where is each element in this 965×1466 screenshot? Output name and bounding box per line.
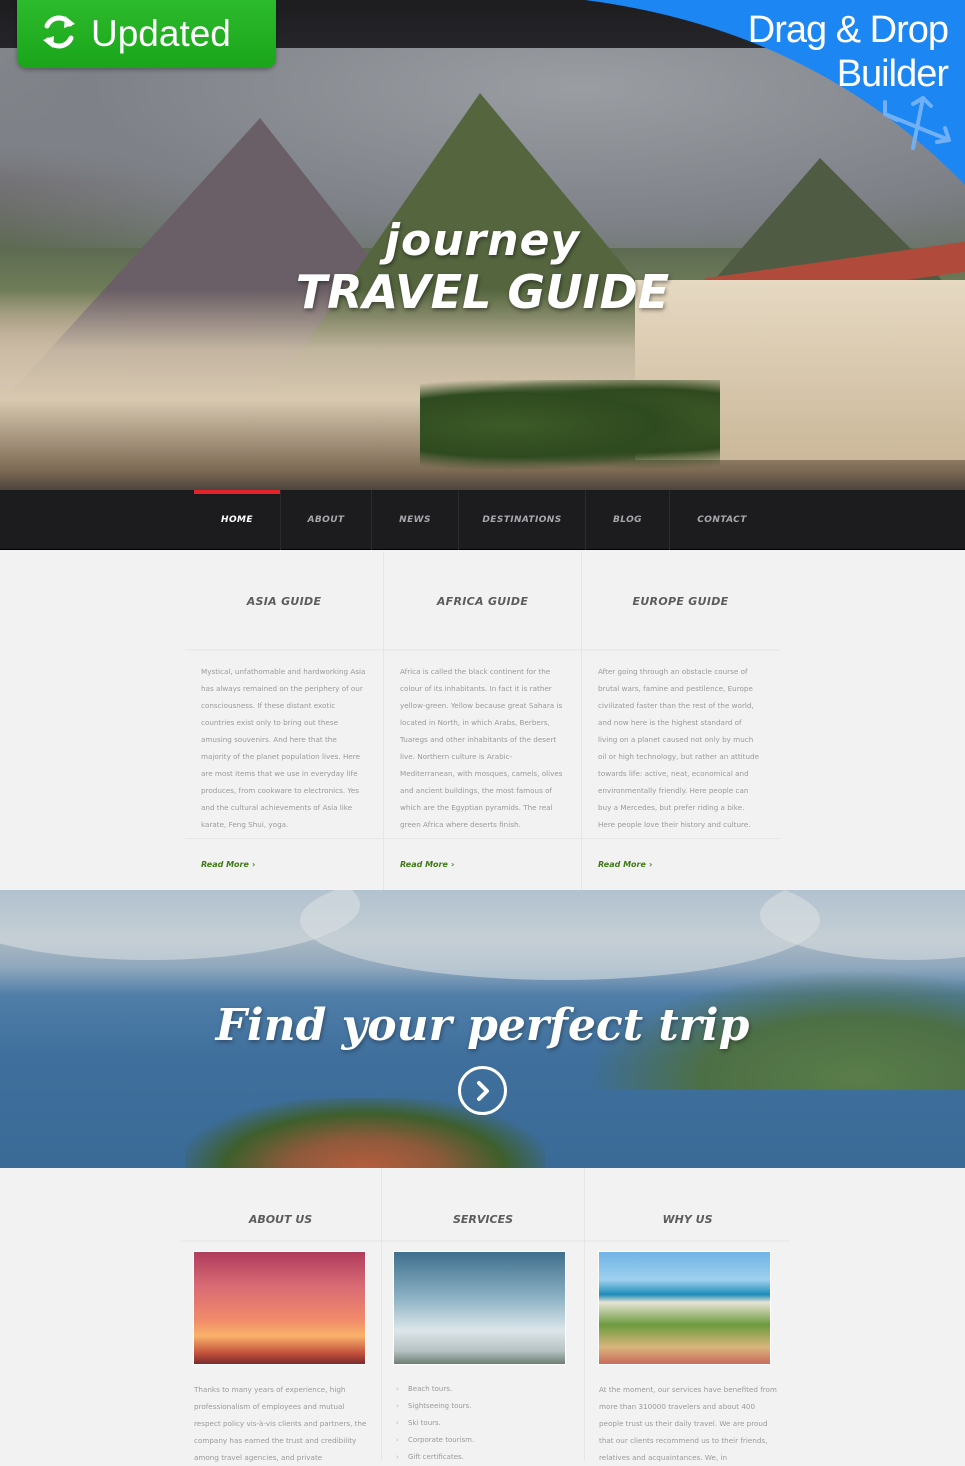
why-us-column: WHY US At the moment, our services have … [585,1168,790,1462]
nav-item-about[interactable]: ABOUT [281,490,372,550]
read-more-link[interactable]: Read More › [201,860,255,869]
chevron-right-icon: › [396,1453,399,1461]
builder-line-2: Builder [836,53,949,95]
nav-item-blog[interactable]: BLOG [586,490,670,550]
updated-badge: Updated [17,0,276,68]
airplane-image [393,1251,566,1365]
service-label: Sightseeing tours. [408,1402,472,1410]
why-us-title: WHY US [585,1168,790,1242]
chevron-right-icon [476,1080,489,1101]
service-label: Beach tours. [408,1385,453,1393]
banner-title: Find your perfect trip [215,1000,750,1051]
guide-title: EUROPE GUIDE [582,551,779,651]
service-item[interactable]: › Ski tours. [396,1415,572,1432]
services-list: › Beach tours. › Sightseeing tours. › Ski t… [396,1381,572,1466]
banner-cloud [760,890,965,960]
service-item[interactable]: › Beach tours. [396,1381,572,1398]
refresh-icon [41,12,77,56]
nav-item-contact[interactable]: CONTACT [670,490,774,550]
builder-corner-text: Drag & Drop Builder [747,8,949,96]
guide-text: Mystical, unfathomable and hardworking A… [201,667,366,829]
banner-cloud [300,890,820,980]
guide-text: Africa is called the black continent for… [400,667,563,829]
about-us-title: ABOUT US [180,1168,381,1242]
move-arrows-icon [879,92,955,156]
chevron-right-icon: › [396,1419,399,1427]
guide-footer: Read More › [384,838,581,890]
service-item[interactable]: › Corporate tourism. [396,1432,572,1449]
service-label: Gift certificates. [408,1453,464,1461]
nav-item-news[interactable]: NEWS [372,490,459,550]
find-trip-button[interactable] [458,1066,507,1115]
guide-text: After going through an obstacle course o… [598,667,760,829]
builder-line-1: Drag & Drop [747,9,949,51]
why-us-text: At the moment, our services have benefit… [599,1385,777,1462]
resort-hotel-image [598,1251,771,1365]
guide-card-africa: AFRICA GUIDE Africa is called the black … [384,551,582,890]
main-nav: HOME ABOUT NEWS DESTINATIONS BLOG CONTAC… [0,490,965,550]
chevron-right-icon: › [450,860,455,869]
chevron-right-icon: › [396,1385,399,1393]
service-label: Ski tours. [408,1419,441,1427]
service-item[interactable]: › Gift certificates. [396,1449,572,1466]
read-more-label: Read More [400,860,448,869]
about-us-text: Thanks to many years of experience, high… [194,1385,367,1462]
chevron-right-icon: › [396,1436,399,1444]
service-label: Corporate tourism. [408,1436,475,1444]
read-more-label: Read More [598,860,646,869]
guide-card-europe: EUROPE GUIDE After going through an obst… [582,551,779,890]
guide-title: ASIA GUIDE [185,551,383,651]
services-list-wrap: › Beach tours. › Sightseeing tours. › Ski t… [396,1381,572,1466]
services-title: SERVICES [382,1168,584,1242]
guide-footer: Read More › [582,838,779,890]
read-more-label: Read More [201,860,249,869]
chevron-right-icon: › [396,1402,399,1410]
guide-footer: Read More › [185,838,383,890]
guides-section: ASIA GUIDE Mystical, unfathomable and ha… [185,551,779,890]
service-item[interactable]: › Sightseeing tours. [396,1398,572,1415]
hero-trees [420,380,720,470]
hero-subtitle: journey [384,215,581,266]
read-more-link[interactable]: Read More › [400,860,454,869]
nav-item-home[interactable]: HOME [194,490,281,550]
guide-card-asia: ASIA GUIDE Mystical, unfathomable and ha… [185,551,384,890]
nav-item-destinations[interactable]: DESTINATIONS [459,490,586,550]
guide-title: AFRICA GUIDE [384,551,581,651]
chevron-right-icon: › [251,860,256,869]
updated-label: Updated [91,13,231,54]
info-section: ABOUT US Thanks to many years of experie… [180,1168,790,1462]
about-us-column: ABOUT US Thanks to many years of experie… [180,1168,382,1462]
sunset-palm-image [193,1251,366,1365]
chevron-right-icon: › [648,860,653,869]
read-more-link[interactable]: Read More › [598,860,652,869]
services-column: SERVICES › Beach tours. › Sightseeing tour… [382,1168,585,1461]
hero-title: TRAVEL GUIDE [295,265,670,319]
